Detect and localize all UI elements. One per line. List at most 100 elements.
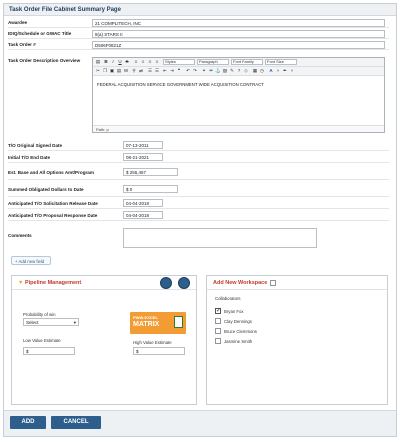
- field-label: Summed Obligated Dollars to Date: [8, 187, 84, 192]
- collaborator-checkbox-jasmine[interactable]: [215, 338, 221, 344]
- add-new-field-button[interactable]: + Add new field: [11, 256, 51, 265]
- unlink-icon[interactable]: ⚮: [208, 68, 214, 74]
- image-icon[interactable]: ▨: [222, 68, 228, 74]
- date-icon[interactable]: ▦: [252, 68, 258, 74]
- field-label: Anticipated T/O Solicitation Release Dat…: [8, 201, 98, 206]
- proposal-date-input[interactable]: 04-04-2018: [123, 211, 163, 219]
- base-amount-input[interactable]: $ 255,457: [123, 168, 178, 176]
- collaborator-checkbox-bryan[interactable]: ✓: [215, 308, 221, 314]
- text-color-icon[interactable]: A: [268, 68, 274, 74]
- workspace-checkbox[interactable]: [270, 280, 276, 286]
- low-value-input[interactable]: $: [23, 347, 75, 355]
- font-family-select[interactable]: Font Family: [231, 59, 263, 65]
- justify-icon[interactable]: ≡: [154, 59, 160, 65]
- copy-icon[interactable]: ❐: [102, 68, 108, 74]
- replace-icon[interactable]: ⇄: [138, 68, 144, 74]
- undo-icon[interactable]: ↶: [185, 68, 191, 74]
- pipeline-title: Pipeline Management: [24, 280, 82, 286]
- probability-value: Select: [26, 320, 39, 325]
- paste-icon[interactable]: ▣: [109, 68, 115, 74]
- outdent-icon[interactable]: ⇤: [162, 68, 168, 74]
- field-label: Initial T/O End Date: [8, 155, 51, 160]
- high-value-label: High Value Estimate: [133, 340, 172, 345]
- italic-icon[interactable]: I: [110, 59, 116, 65]
- matrix-line-2: MATRIX: [133, 321, 160, 328]
- cleanup-icon[interactable]: ✎: [229, 68, 235, 74]
- editor-toolbar-row-2: ✂ ❐ ▣ ▤ W ⚲ ⇄ ☰ ☰ ⇤ ⇥ ❝ ↶ ↷ ⚭ ⚮ ⚓ ▨ ✎ ? …: [93, 67, 384, 76]
- blockquote-icon[interactable]: ❝: [176, 68, 182, 74]
- excel-icon: [174, 316, 183, 328]
- signed-date-input[interactable]: 07-13-2011: [123, 141, 163, 149]
- numbered-list-icon[interactable]: ☰: [154, 68, 160, 74]
- collaborator-checkbox-bruce[interactable]: [215, 328, 221, 334]
- field-row-solicitation: Anticipated T/O Solicitation Release Dat…: [8, 198, 389, 209]
- collaborator-checkbox-clay[interactable]: [215, 318, 221, 324]
- chevron-down-icon[interactable]: ▾: [289, 68, 295, 74]
- check-icon: ✓: [216, 308, 222, 314]
- workspace-title: Add New Workspace: [213, 280, 268, 286]
- redo-icon[interactable]: ↷: [192, 68, 198, 74]
- strikethrough-icon[interactable]: S: [124, 59, 130, 65]
- align-center-icon[interactable]: ≡: [140, 59, 146, 65]
- comments-label: Comments: [8, 233, 32, 238]
- save-icon[interactable]: ▤: [95, 59, 101, 65]
- paste-text-icon[interactable]: ▤: [116, 68, 122, 74]
- task-order-input[interactable]: D506F0821Z: [92, 41, 385, 49]
- low-value-label: Low Value Estimate: [23, 338, 61, 343]
- idiq-title-input[interactable]: 8(a) STARS II: [92, 30, 385, 38]
- field-label: Awardee: [8, 20, 28, 25]
- field-label: Task Order #: [8, 42, 36, 47]
- bold-icon[interactable]: B: [103, 59, 109, 65]
- probability-label: Probability of win: [23, 312, 56, 317]
- underline-icon[interactable]: U: [117, 59, 123, 65]
- end-date-input[interactable]: 08-21-2021: [123, 153, 163, 161]
- time-icon[interactable]: ◷: [259, 68, 265, 74]
- editor-path: Path: p: [93, 125, 384, 132]
- download-icon[interactable]: [178, 277, 190, 289]
- cancel-button[interactable]: CANCEL: [51, 416, 101, 429]
- collaborator-name: Bruce Clemmons: [224, 329, 257, 334]
- awardee-input[interactable]: 21 COMPLITECH, INC: [92, 19, 385, 27]
- field-row-proposal: Anticipated T/O Proposal Response Date: [8, 210, 389, 221]
- field-label: Anticipated T/O Proposal Response Date: [8, 213, 98, 218]
- cut-icon[interactable]: ✂: [95, 68, 101, 74]
- description-label: Task Order Description Overview: [8, 58, 81, 63]
- pwin-matrix-button[interactable]: PWIN EXCEL MATRIX: [130, 312, 186, 334]
- description-editor[interactable]: ▤ B I U S ≡ ≡ ≡ ≡ Styles Paragraph Font …: [92, 57, 385, 133]
- upload-icon[interactable]: [160, 277, 172, 289]
- editor-content[interactable]: FEDERAL ACQUISITION SERVICE GOVERNMENT W…: [97, 82, 264, 87]
- paste-word-icon[interactable]: W: [123, 68, 129, 74]
- comments-input[interactable]: [123, 228, 317, 248]
- collaborator-name: Jasmine Smith: [224, 339, 253, 344]
- styles-select[interactable]: Styles: [163, 59, 195, 65]
- indent-icon[interactable]: ⇥: [169, 68, 175, 74]
- background-color-icon[interactable]: ✒: [282, 68, 288, 74]
- workspace-header: Add New Workspace: [207, 276, 387, 290]
- collaborator-name: Bryan Fox: [224, 309, 244, 314]
- align-left-icon[interactable]: ≡: [133, 59, 139, 65]
- field-label: Est. Base and All Options Amt/Program: [8, 170, 94, 175]
- probability-select[interactable]: Select ▾: [23, 318, 79, 326]
- funnel-icon: ▼: [18, 280, 24, 286]
- anchor-icon[interactable]: ⚓: [215, 68, 221, 74]
- bullet-list-icon[interactable]: ☰: [147, 68, 153, 74]
- link-icon[interactable]: ⚭: [201, 68, 207, 74]
- chevron-down-icon: ▾: [73, 320, 76, 325]
- solicitation-date-input[interactable]: 04-04-2018: [123, 199, 163, 207]
- font-size-select[interactable]: Font Size: [265, 59, 297, 65]
- help-icon[interactable]: ?: [236, 68, 242, 74]
- editor-toolbar-row-1: ▤ B I U S ≡ ≡ ≡ ≡ Styles Paragraph Font …: [93, 58, 384, 67]
- chevron-down-icon[interactable]: ▾: [275, 68, 281, 74]
- align-right-icon[interactable]: ≡: [147, 59, 153, 65]
- page-title: Task Order File Cabinet Summary Page: [4, 4, 396, 16]
- code-icon[interactable]: ◇: [243, 68, 249, 74]
- collaborator-name: Clay Dennings: [224, 319, 252, 324]
- collaborators-label: Collaborators: [215, 296, 241, 301]
- high-value-input[interactable]: $: [133, 347, 185, 355]
- paragraph-select[interactable]: Paragraph: [197, 59, 229, 65]
- add-button[interactable]: ADD: [10, 416, 46, 429]
- field-label: T/O Original Signed Date: [8, 143, 63, 148]
- field-row-obligated: Summed Obligated Dollars to Date: [8, 181, 389, 197]
- obligated-input[interactable]: $ 0: [123, 185, 178, 193]
- find-icon[interactable]: ⚲: [131, 68, 137, 74]
